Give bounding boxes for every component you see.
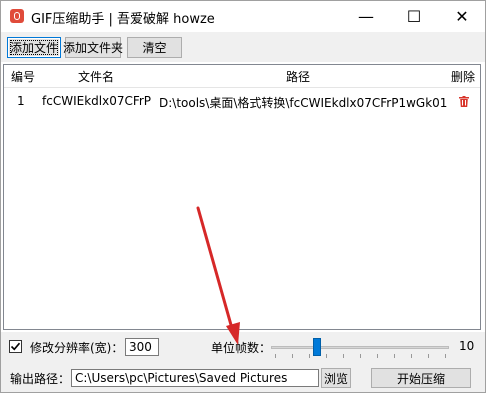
- column-header-filename[interactable]: 文件名: [78, 68, 114, 85]
- check-icon: [10, 342, 21, 351]
- row-path: D:\tools\桌面\格式转换\fcCWIEkdlx07CFrP1wGk010: [159, 96, 447, 110]
- bottom-panel: 修改分辨率(宽)： 300 单位帧数： 10 输出路径： C:\Users\pc…: [1, 332, 485, 392]
- add-file-button[interactable]: 添加文件: [7, 37, 61, 58]
- minimize-button[interactable]: —: [343, 1, 389, 31]
- column-header-delete[interactable]: 删除: [451, 68, 475, 85]
- file-list[interactable]: 编号 文件名 路径 删除 1 fcCWIEkdlx07CFrP D:\tools…: [3, 64, 481, 330]
- close-icon: ✕: [455, 6, 469, 26]
- table-row[interactable]: 1 fcCWIEkdlx07CFrP D:\tools\桌面\格式转换\fcCW…: [4, 91, 480, 113]
- browse-button[interactable]: 浏览: [321, 368, 351, 388]
- add-folder-button[interactable]: 添加文件夹: [63, 37, 123, 58]
- width-input[interactable]: 300: [125, 338, 159, 356]
- slider-tick: [326, 354, 327, 358]
- frame-value: 10: [459, 339, 475, 353]
- row-filename: fcCWIEkdlx07CFrP: [42, 94, 152, 108]
- minimize-icon: —: [358, 6, 374, 26]
- slider-tick: [360, 354, 361, 358]
- clear-button[interactable]: 清空: [127, 37, 182, 58]
- maximize-button[interactable]: ☐: [391, 1, 437, 31]
- frame-slider[interactable]: [271, 334, 449, 360]
- frame-label: 单位帧数：: [211, 341, 272, 355]
- resize-label: 修改分辨率(宽)：: [30, 341, 124, 355]
- slider-tick: [292, 354, 293, 358]
- close-button[interactable]: ✕: [439, 1, 485, 31]
- maximize-icon: ☐: [406, 6, 422, 26]
- toolbar: 添加文件 添加文件夹 清空: [1, 32, 485, 62]
- slider-tick: [445, 354, 446, 358]
- start-compress-button[interactable]: 开始压缩: [371, 368, 471, 388]
- output-path-label: 输出路径：: [10, 372, 71, 386]
- column-header-index[interactable]: 编号: [11, 68, 35, 85]
- slider-tick: [309, 354, 310, 358]
- list-header: 编号 文件名 路径 删除: [4, 65, 480, 88]
- slider-track: [271, 346, 449, 349]
- slider-tick: [394, 354, 395, 358]
- app-icon: [10, 9, 24, 23]
- slider-tick: [411, 354, 412, 358]
- slider-tick: [343, 354, 344, 358]
- slider-tick: [428, 354, 429, 358]
- resize-checkbox[interactable]: [9, 340, 22, 353]
- slider-tick: [275, 354, 276, 358]
- slider-tick: [377, 354, 378, 358]
- window-title: GIF压缩助手 | 吾爱破解 howze: [31, 12, 215, 27]
- row-index: 1: [17, 94, 25, 108]
- title-bar[interactable]: GIF压缩助手 | 吾爱破解 howze — ☐ ✕: [1, 1, 485, 31]
- trash-icon[interactable]: [459, 96, 469, 107]
- slider-thumb[interactable]: [313, 338, 321, 356]
- column-header-path[interactable]: 路径: [286, 68, 310, 85]
- output-path-input[interactable]: C:\Users\pc\Pictures\Saved Pictures: [71, 369, 319, 387]
